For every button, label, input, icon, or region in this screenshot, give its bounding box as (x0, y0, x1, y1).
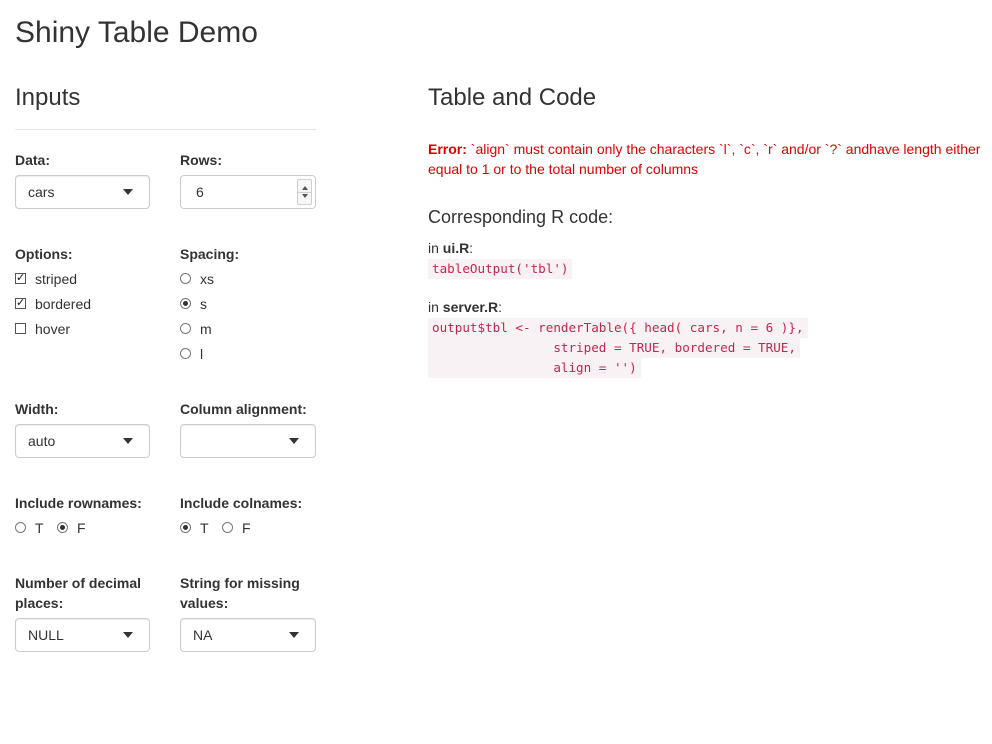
rows-input-value: 6 (196, 184, 204, 200)
checkbox-checked-icon[interactable]: ✓ (15, 273, 26, 284)
chevron-down-icon (123, 189, 133, 195)
radio-unselected-icon[interactable] (180, 348, 191, 359)
rows-spinner[interactable] (297, 179, 312, 205)
spinner-divider (298, 192, 311, 193)
missing-values-label-line1: String for missing (180, 575, 300, 591)
rownames-option-t[interactable]: T (15, 518, 44, 538)
option-hover-label: hover (35, 321, 71, 337)
rows-input[interactable]: 6 (180, 175, 316, 209)
error-prefix: Error: (428, 141, 467, 157)
error-message: Error: `align` must contain only the cha… (428, 139, 983, 179)
server-file-name: server.R (442, 299, 499, 315)
ui-caption-prefix: in (428, 240, 443, 256)
rownames-option-f[interactable]: F (57, 518, 86, 538)
rownames-label: Include rownames: (15, 495, 142, 511)
inputs-divider (15, 129, 316, 130)
app-root: Shiny Table Demo Inputs Data: cars Rows:… (0, 0, 992, 744)
colnames-option-t[interactable]: T (180, 518, 209, 538)
spacing-option-label: l (200, 346, 204, 362)
radio-selected-icon[interactable] (57, 522, 68, 533)
server-code-line: striped = TRUE, bordered = TRUE, (428, 338, 800, 358)
data-select-value: cars (28, 184, 55, 200)
inputs-heading: Inputs (15, 84, 81, 111)
radio-selected-icon[interactable] (180, 522, 191, 533)
server-caption-prefix: in (428, 299, 443, 315)
spacing-option-label: s (200, 296, 207, 312)
code-heading: Corresponding R code: (428, 207, 614, 227)
column-alignment-select[interactable] (180, 424, 316, 458)
rows-label: Rows: (180, 152, 222, 168)
checkbox-unchecked-icon[interactable] (15, 323, 26, 334)
missing-values-select[interactable]: NA (180, 618, 316, 652)
error-text-line2: equal to 1 or to the total number of col… (428, 161, 699, 177)
server-caption-suffix: : (498, 299, 502, 315)
missing-values-value: NA (193, 627, 213, 643)
server-file-caption: in server.R: (428, 297, 502, 317)
output-heading: Table and Code (428, 84, 597, 111)
spacing-option-label: m (200, 321, 212, 337)
option-striped-label: striped (35, 271, 78, 287)
ui-caption-suffix: : (469, 240, 474, 256)
rownames-option-label: T (35, 520, 44, 536)
data-select[interactable]: cars (15, 175, 150, 209)
colnames-option-f[interactable]: F (222, 518, 251, 538)
column-alignment-label: Column alignment: (180, 401, 307, 417)
colnames-label: Include colnames: (180, 495, 303, 511)
server-code-line: align = '') (428, 358, 641, 378)
chevron-down-icon (289, 438, 299, 444)
option-striped[interactable]: ✓ striped (15, 269, 77, 289)
chevron-down-icon (123, 438, 133, 444)
radio-unselected-icon[interactable] (15, 522, 26, 533)
spacing-option-label: xs (200, 271, 214, 287)
server-code-line: output$tbl <- renderTable({ head( cars, … (428, 318, 808, 338)
radio-unselected-icon[interactable] (222, 522, 233, 533)
ui-code-block: tableOutput('tbl') (428, 259, 573, 279)
radio-selected-icon[interactable] (180, 298, 191, 309)
decimal-places-label-line2: places: (15, 595, 64, 611)
decimal-places-value: NULL (28, 627, 64, 643)
ui-file-caption: in ui.R: (428, 238, 473, 258)
colnames-option-label: F (242, 520, 251, 536)
decimal-places-select[interactable]: NULL (15, 618, 150, 652)
decimal-places-label-line1: Number of decimal (15, 575, 142, 591)
width-select-value: auto (28, 433, 56, 449)
spinner-up-icon[interactable] (302, 186, 308, 190)
width-select[interactable]: auto (15, 424, 150, 458)
spacing-option-s[interactable]: s (180, 294, 207, 314)
radio-unselected-icon[interactable] (180, 273, 191, 284)
spacing-label: Spacing: (180, 246, 240, 262)
option-bordered-label: bordered (35, 296, 92, 312)
rownames-option-label: F (77, 520, 86, 536)
page-title: Shiny Table Demo (15, 16, 258, 49)
spinner-down-icon[interactable] (302, 194, 308, 198)
chevron-down-icon (123, 632, 133, 638)
width-label: Width: (15, 401, 59, 417)
spacing-option-xs[interactable]: xs (180, 269, 214, 289)
missing-values-label-line2: values: (180, 595, 229, 611)
spacing-option-l[interactable]: l (180, 344, 203, 364)
ui-file-name: ui.R (442, 240, 470, 256)
option-hover[interactable]: hover (15, 319, 70, 339)
spacing-option-m[interactable]: m (180, 319, 212, 339)
chevron-down-icon (289, 632, 299, 638)
radio-unselected-icon[interactable] (180, 323, 191, 334)
checkbox-checked-icon[interactable]: ✓ (15, 298, 26, 309)
option-bordered[interactable]: ✓ bordered (15, 294, 91, 314)
error-text-line1: `align` must contain only the characters… (466, 141, 981, 157)
colnames-option-label: T (200, 520, 209, 536)
options-label: Options: (15, 246, 73, 262)
data-label: Data: (15, 152, 51, 168)
